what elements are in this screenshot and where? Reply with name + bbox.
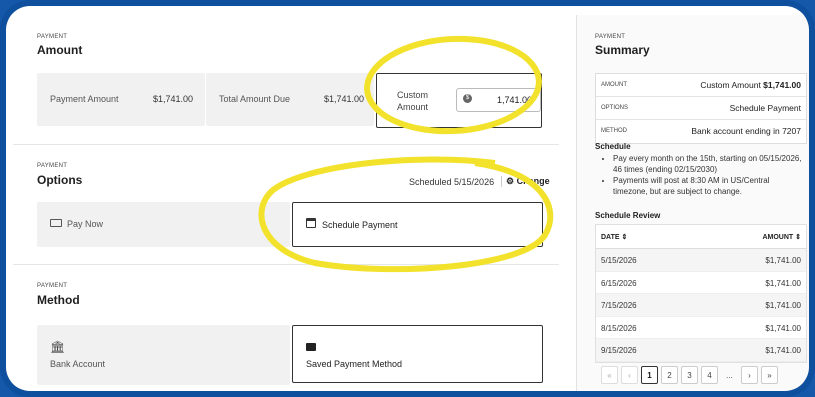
amount-title: Amount <box>37 43 83 57</box>
method-section: PAYMENT Method 🏛 Bank Account Saved Paym… <box>13 265 559 392</box>
summary-panel: PAYMENT Summary AMOUNT Custom Amount $1,… <box>576 15 810 392</box>
sort-icon: ⇕ <box>795 234 801 241</box>
next-page-button[interactable]: › <box>741 366 758 384</box>
prev-page-button[interactable]: ‹ <box>621 366 638 384</box>
schedule-bullet: Payments will post at 8:30 AM in US/Cent… <box>613 175 803 197</box>
schedule-review-title: Schedule Review <box>595 211 661 220</box>
schedule-review-table: DATE ⇕ AMOUNT ⇕ 5/15/2026 $1,741.00 6/15/… <box>595 224 807 363</box>
amount-section: PAYMENT Amount Payment Amount $1,741.00 … <box>13 15 559 145</box>
method-eyebrow: PAYMENT <box>37 283 68 289</box>
total-due-tile[interactable]: Total Amount Due $1,741.00 <box>206 73 374 126</box>
custom-amount-value: 1,741.00 <box>496 95 532 105</box>
chevron-left-icon: ‹ <box>628 370 631 380</box>
schedule-bullets: Pay every month on the 15th, starting on… <box>603 153 803 197</box>
bank-account-label: Bank Account <box>50 359 106 369</box>
table-body: 5/15/2026 $1,741.00 6/15/2026 $1,741.00 7/… <box>596 249 806 362</box>
options-section: PAYMENT Options Scheduled 5/15/2026 ⚙ Ch… <box>13 145 559 265</box>
gear-icon: ⚙ <box>506 176 515 186</box>
change-label: Change <box>516 176 550 186</box>
schedule-title: Schedule <box>595 142 631 151</box>
table-row: 9/15/2026 $1,741.00 <box>596 339 806 362</box>
page-button-4[interactable]: 4 <box>701 366 718 384</box>
calendar-icon <box>306 218 316 228</box>
custom-amount-tile[interactable]: Custom Amount $ 1,741.00 <box>376 73 542 128</box>
options-title: Options <box>37 173 83 187</box>
last-page-button[interactable]: » <box>761 366 778 384</box>
schedule-payment-option[interactable]: Schedule Payment <box>292 202 543 247</box>
bank-account-option[interactable]: 🏛 Bank Account <box>37 325 290 385</box>
dollar-circle-icon: $ <box>463 94 472 103</box>
method-title: Method <box>37 293 80 307</box>
summary-table: AMOUNT Custom Amount $1,741.00 OPTIONS S… <box>595 73 807 144</box>
payment-form: PAYMENT Amount Payment Amount $1,741.00 … <box>13 15 559 392</box>
amount-eyebrow: PAYMENT <box>37 34 68 40</box>
saved-method-label: Saved Payment Method <box>306 359 403 369</box>
summary-row-options: OPTIONS Schedule Payment <box>596 97 806 120</box>
table-row: 8/15/2026 $1,741.00 <box>596 317 806 339</box>
options-eyebrow: PAYMENT <box>37 163 68 169</box>
amount-column-header[interactable]: AMOUNT ⇕ <box>762 233 801 241</box>
summary-title: Summary <box>595 43 650 57</box>
change-link[interactable]: ⚙ Change <box>501 176 550 187</box>
pay-now-option[interactable]: Pay Now <box>37 202 290 247</box>
sort-icon: ⇕ <box>621 234 628 241</box>
custom-amount-label: Custom Amount <box>397 90 429 112</box>
double-chevron-right-icon: » <box>767 370 772 380</box>
page-button-1[interactable]: 1 <box>641 366 658 384</box>
table-row: 5/15/2026 $1,741.00 <box>596 249 806 272</box>
page-ellipsis: ... <box>726 370 733 380</box>
first-page-button[interactable]: « <box>601 366 618 384</box>
payment-amount-value: $1,741.00 <box>152 94 193 104</box>
page-button-2[interactable]: 2 <box>661 366 678 384</box>
table-row: 6/15/2026 $1,741.00 <box>596 272 806 294</box>
double-chevron-left-icon: « <box>607 370 612 380</box>
total-due-label: Total Amount Due <box>219 94 291 104</box>
summary-eyebrow: PAYMENT <box>595 34 626 40</box>
bank-icon: 🏛 <box>50 340 66 354</box>
pagination: « ‹ 1 2 3 4 ... › » <box>601 366 778 384</box>
schedule-payment-label: Schedule Payment <box>322 220 398 230</box>
table-row: 7/15/2026 $1,741.00 <box>596 294 806 317</box>
app-frame: PAYMENT Amount Payment Amount $1,741.00 … <box>5 5 810 392</box>
scheduled-date-text: Scheduled 5/15/2026 <box>409 177 495 187</box>
total-due-value: $1,741.00 <box>323 94 364 104</box>
payment-amount-label: Payment Amount <box>50 94 119 104</box>
saved-method-option[interactable]: Saved Payment Method <box>292 325 543 383</box>
table-header: DATE ⇕ AMOUNT ⇕ <box>596 225 806 249</box>
summary-row-method: METHOD Bank account ending in 7207 <box>601 126 801 136</box>
chevron-right-icon: › <box>748 370 751 380</box>
date-column-header[interactable]: DATE ⇕ <box>601 233 627 241</box>
custom-amount-input[interactable]: $ 1,741.00 <box>456 88 541 112</box>
cash-icon <box>50 219 62 227</box>
schedule-bullet: Pay every month on the 15th, starting on… <box>613 153 803 175</box>
pay-now-label: Pay Now <box>67 219 104 229</box>
summary-row-amount: AMOUNT Custom Amount $1,741.00 <box>596 74 806 97</box>
card-icon <box>306 343 316 351</box>
page-button-3[interactable]: 3 <box>681 366 698 384</box>
payment-amount-tile[interactable]: Payment Amount $1,741.00 <box>37 73 205 126</box>
